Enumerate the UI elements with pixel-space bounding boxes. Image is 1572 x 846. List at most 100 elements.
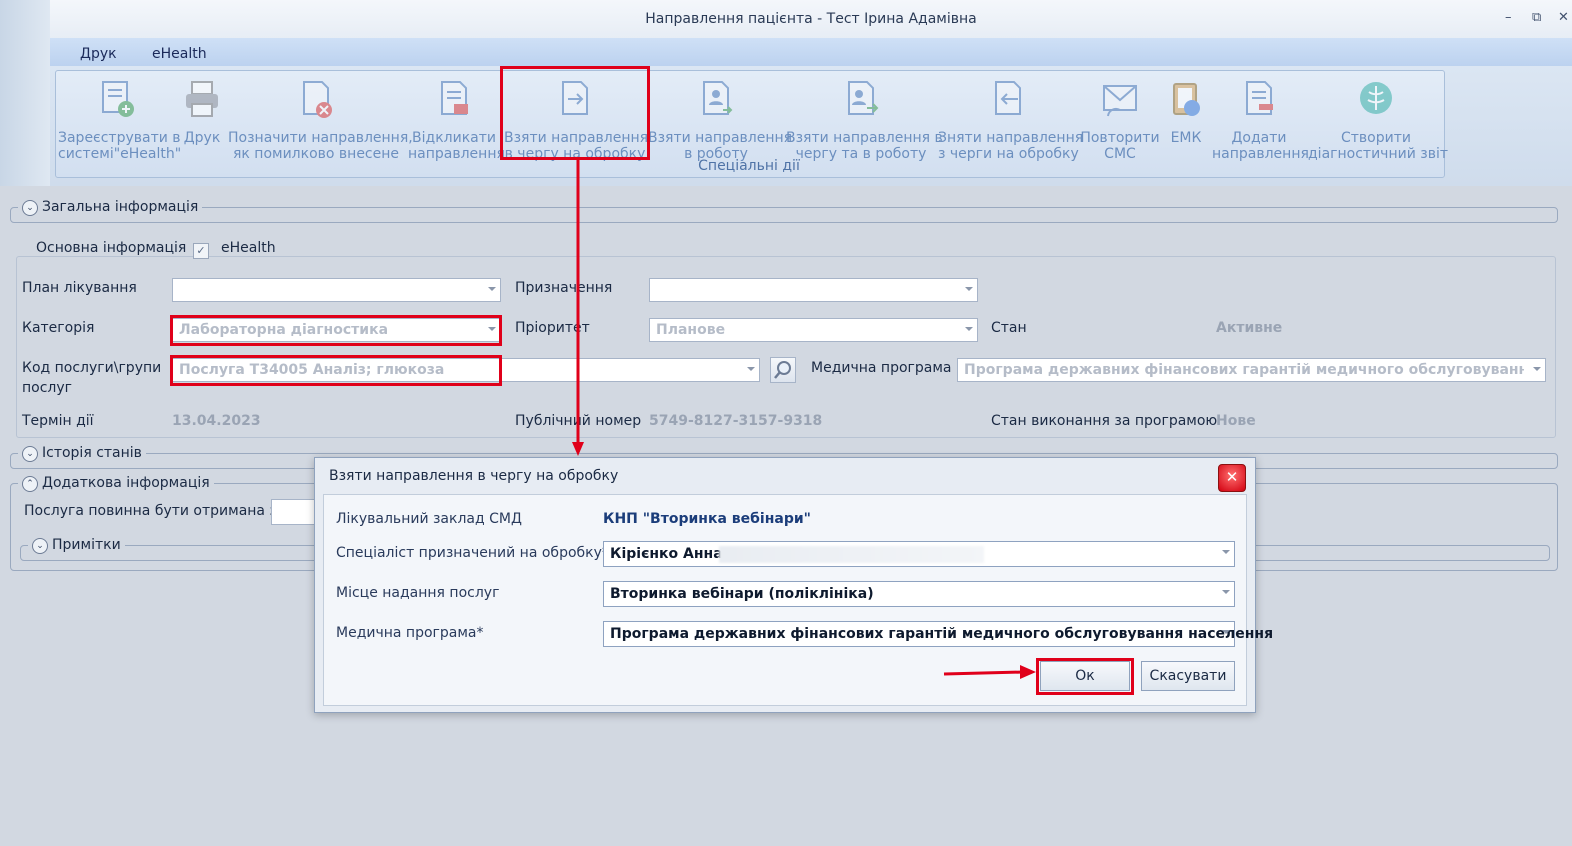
mark-erroneous-button[interactable]: Позначити направлення, як помилково внес… <box>228 72 413 162</box>
chevron-down-icon: ⌄ <box>22 200 38 216</box>
dropdown-arrow-icon <box>1222 630 1230 634</box>
ehealth-checkbox[interactable]: ✓ <box>193 243 209 259</box>
annotation-arrow-right <box>943 665 1036 679</box>
med-program-label: Медична програма <box>811 360 952 376</box>
doc-user-icon <box>703 81 733 115</box>
envelope-icon <box>1103 85 1137 117</box>
specialist-label: Спеціаліст призначений на обробку* <box>336 545 609 561</box>
dialog-body: Лікувальний заклад СМД КНП "Вторинка веб… <box>323 494 1273 706</box>
ribbon-label: Взяти направлення в <box>786 130 943 146</box>
place-select[interactable]: Вторинка вебінари (поліклініка) <box>603 581 1235 607</box>
service-code-label-line1: Код послуги\групи <box>22 360 162 376</box>
plan-label: План лікування <box>22 280 137 296</box>
ribbon-label: Друк <box>183 130 221 146</box>
doc-error-icon <box>303 81 332 118</box>
restore-icon[interactable]: ⧉ <box>1532 10 1541 25</box>
ribbon-label: Зареєструвати в <box>58 130 181 146</box>
specialist-select[interactable]: Кірієнко Анна <box>603 541 1235 567</box>
ribbon-label: Додати <box>1231 130 1287 146</box>
take-to-work-button[interactable]: Взяти направлення в роботу <box>648 72 793 162</box>
notes-section-title: Примітки <box>52 537 121 553</box>
basic-info-tab[interactable]: Основна інформація <box>32 240 191 256</box>
place-value: Вторинка вебінари (поліклініка) <box>610 586 874 602</box>
purpose-select[interactable] <box>649 278 978 302</box>
add-referral-button[interactable]: Додати направлення <box>1212 72 1309 162</box>
service-search-button[interactable] <box>770 357 796 383</box>
specialist-value: Кірієнко Анна <box>610 546 723 562</box>
dialog-close-button[interactable]: ✕ <box>1218 464 1246 492</box>
state-value: Активне <box>1216 320 1283 336</box>
place-label: Місце надання послуг <box>336 585 500 601</box>
repeat-sms-button[interactable]: Повторити СМС <box>1080 72 1160 162</box>
ribbon-label: Взяти направлення <box>648 130 793 146</box>
med-program-value: Програма державних фінансових гарантій м… <box>964 362 1524 378</box>
dropdown-arrow-icon <box>1222 550 1230 554</box>
menu-bar <box>50 38 1572 66</box>
emk-button[interactable]: ЕМК <box>1162 72 1210 146</box>
general-section-frame <box>10 207 1558 223</box>
highlight-service-code <box>170 355 502 386</box>
extra-section-header[interactable]: ⌃ Додаткова інформація <box>18 475 214 492</box>
register-icon <box>102 81 134 117</box>
dropdown-arrow-icon <box>488 287 496 291</box>
cancel-button[interactable]: Скасувати <box>1141 661 1235 691</box>
register-ehealth-button[interactable]: Зареєструвати в системі"eHealth" <box>58 72 181 162</box>
med-program-select[interactable]: Програма державних фінансових гарантій м… <box>957 358 1546 382</box>
service-code-label-line2: послуг <box>22 380 73 396</box>
program-state-label: Стан виконання за програмою <box>991 413 1218 429</box>
create-diagnostic-report-button[interactable]: Створити діагностичний звіт <box>1308 72 1448 162</box>
highlight-category <box>170 315 502 346</box>
dropdown-arrow-icon <box>965 327 973 331</box>
emk-icon <box>1173 83 1200 116</box>
ribbon-label: ЕМК <box>1170 130 1202 146</box>
notes-section-header[interactable]: ⌄ Примітки <box>28 537 125 554</box>
program-select[interactable]: Програма державних фінансових гарантій м… <box>603 621 1273 647</box>
close-window-icon[interactable]: ✕ <box>1558 10 1569 25</box>
dropdown-arrow-icon <box>1222 590 1230 594</box>
minimize-icon[interactable]: – <box>1505 10 1512 25</box>
history-section-title: Історія станів <box>42 445 142 461</box>
service-from-label: Послуга повинна бути отримана з <box>24 503 277 519</box>
chevron-down-icon: ⌄ <box>32 538 48 554</box>
ehealth-label: eHealth <box>217 240 280 256</box>
window-title: Направлення пацієнта - Тест Ірина Адамів… <box>645 11 977 27</box>
program-label: Медична програма* <box>336 625 484 641</box>
doc-back-icon <box>995 81 1021 115</box>
dialog-title: Взяти направлення в чергу на обробку <box>329 468 619 484</box>
priority-select[interactable]: Планове <box>649 318 978 342</box>
highlight-ok <box>1036 658 1134 695</box>
title-bar: Направлення пацієнта - Тест Ірина Адамів… <box>50 0 1572 38</box>
magnifier-icon <box>774 361 791 379</box>
doc-revoke-icon <box>441 81 468 115</box>
queue-and-work-button[interactable]: Взяти направлення в чергу та в роботу <box>786 72 943 162</box>
queue-dialog: Взяти направлення в чергу на обробку ✕ Л… <box>314 457 1273 713</box>
revoke-button[interactable]: Відкликати направлення <box>408 72 505 162</box>
print-button[interactable]: Друк <box>180 72 224 146</box>
doc-add-icon <box>1246 81 1273 115</box>
dropdown-arrow-icon <box>747 367 755 371</box>
blurred-name-region <box>719 546 984 563</box>
chevron-down-icon: ⌄ <box>22 446 38 462</box>
dropdown-arrow-icon <box>965 287 973 291</box>
ribbon-label: Зняти направлення <box>938 130 1084 146</box>
highlight-take-to-queue <box>500 66 650 160</box>
printer-icon <box>186 81 218 117</box>
general-section-header[interactable]: ⌄ Загальна інформація <box>18 199 203 216</box>
plan-select[interactable] <box>172 278 501 302</box>
facility-label: Лікувальний заклад СМД <box>336 511 522 527</box>
xray-icon <box>1360 82 1392 114</box>
history-section-header[interactable]: ⌄ Історія станів <box>18 445 146 462</box>
menu-print[interactable]: Друк <box>80 46 117 62</box>
close-icon: ✕ <box>1225 468 1239 486</box>
general-section-title: Загальна інформація <box>42 199 199 215</box>
left-edge-strip <box>0 0 50 186</box>
remove-from-queue-button[interactable]: Зняти направлення з черги на обробку <box>938 72 1084 162</box>
term-label: Термін дії <box>22 413 94 429</box>
ribbon-label: Створити <box>1341 130 1411 146</box>
ribbon-label: Відкликати <box>412 130 496 146</box>
extra-section-title: Додаткова інформація <box>42 475 210 491</box>
ribbon-label: Повторити <box>1080 130 1160 146</box>
term-value: 13.04.2023 <box>172 413 261 429</box>
category-label: Категорія <box>22 320 95 336</box>
menu-ehealth[interactable]: eHealth <box>152 46 207 62</box>
